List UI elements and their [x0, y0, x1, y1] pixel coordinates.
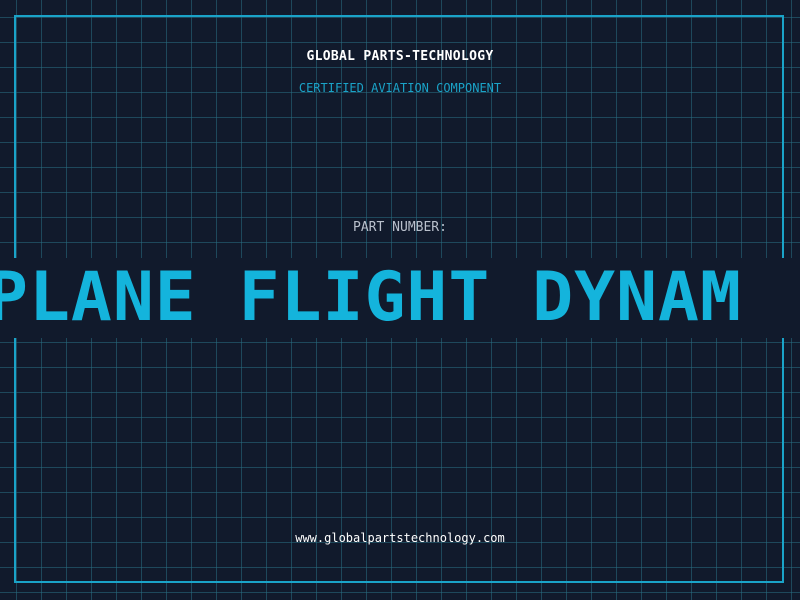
part-number-band: PLANE FLIGHT DYNAM — [0, 258, 800, 338]
part-number-label: PART NUMBER: — [353, 220, 447, 235]
certification-subtitle: CERTIFIED AVIATION COMPONENT — [298, 81, 502, 95]
part-number-value: PLANE FLIGHT DYNAM — [0, 258, 742, 337]
certificate-page: GLOBAL PARTS-TECHNOLOGY CERTIFIED AVIATI… — [0, 0, 800, 600]
company-name: GLOBAL PARTS-TECHNOLOGY — [306, 49, 494, 64]
website-url: www.globalpartstechnology.com — [295, 531, 505, 545]
